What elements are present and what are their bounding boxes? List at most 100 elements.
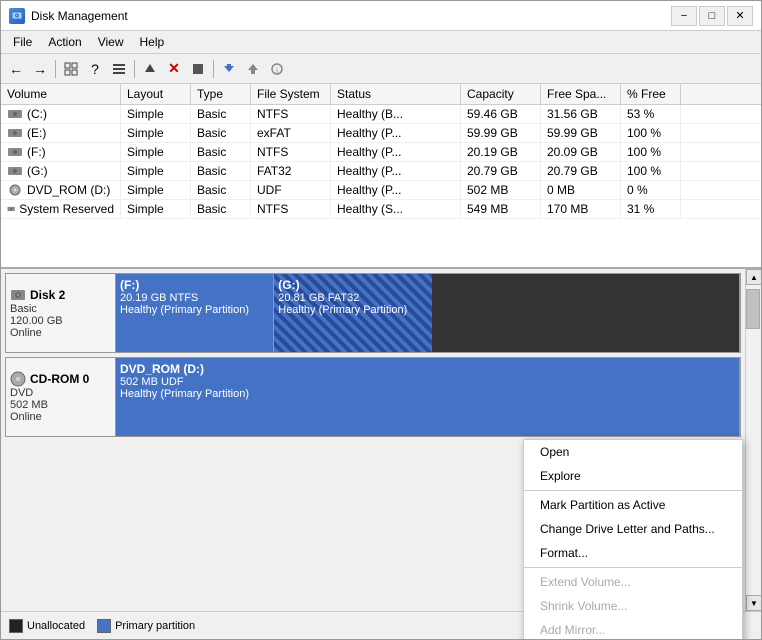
dvd-partition-status: Healthy (Primary Partition) <box>120 388 735 400</box>
td-status: Healthy (P... <box>331 181 461 199</box>
title-buttons: − □ ✕ <box>671 6 753 26</box>
forward-button[interactable]: → <box>29 58 51 80</box>
ctx-format[interactable]: Format... <box>524 541 742 565</box>
td-fs: NTFS <box>251 200 331 218</box>
minimize-button[interactable]: − <box>671 6 697 26</box>
legend-unallocated-label: Unallocated <box>27 620 85 632</box>
cdrom-0-size: 502 MB <box>10 399 111 411</box>
legend-unallocated: Unallocated <box>9 619 85 633</box>
partition-g[interactable]: (G:) 20.81 GB FAT32 Healthy (Primary Par… <box>274 274 432 352</box>
td-freespace: 20.79 GB <box>541 162 621 180</box>
td-capacity: 20.79 GB <box>461 162 541 180</box>
td-freespace: 20.09 GB <box>541 143 621 161</box>
td-volume: (G:) <box>1 162 121 180</box>
legend-primary-box <box>97 619 111 633</box>
scroll-up-button[interactable]: ▲ <box>746 269 761 285</box>
table-row[interactable]: (G:) Simple Basic FAT32 Healthy (P... 20… <box>1 162 761 181</box>
menu-file[interactable]: File <box>5 33 40 51</box>
maximize-button[interactable]: □ <box>699 6 725 26</box>
col-header-status[interactable]: Status <box>331 84 461 104</box>
help-toolbar-button[interactable]: ? <box>84 58 106 80</box>
partition-g-size: 20.81 GB FAT32 <box>278 292 427 304</box>
td-pctfree: 100 % <box>621 143 681 161</box>
col-header-type[interactable]: Type <box>191 84 251 104</box>
cdrom-0-label: CD-ROM 0 DVD 502 MB Online <box>6 358 116 436</box>
disk-2-size: 120.00 GB <box>10 315 111 327</box>
table-row[interactable]: (E:) Simple Basic exFAT Healthy (P... 59… <box>1 124 761 143</box>
ctx-mark-active[interactable]: Mark Partition as Active <box>524 493 742 517</box>
td-fs: NTFS <box>251 105 331 123</box>
td-pctfree: 100 % <box>621 162 681 180</box>
td-type: Basic <box>191 162 251 180</box>
import-button[interactable] <box>218 58 240 80</box>
td-fs: UDF <box>251 181 331 199</box>
view-button[interactable] <box>60 58 82 80</box>
col-header-capacity[interactable]: Capacity <box>461 84 541 104</box>
menu-action[interactable]: Action <box>40 33 89 51</box>
disk-2-label: Disk 2 Basic 120.00 GB Online <box>6 274 116 352</box>
table-row[interactable]: System Reserved Simple Basic NTFS Health… <box>1 200 761 219</box>
cdrom-0-name: CD-ROM 0 <box>30 372 89 386</box>
td-capacity: 20.19 GB <box>461 143 541 161</box>
td-pctfree: 53 % <box>621 105 681 123</box>
delete-toolbar-button[interactable]: ✕ <box>163 58 185 80</box>
td-layout: Simple <box>121 105 191 123</box>
volume-table: Volume Layout Type File System Status Ca… <box>1 84 761 269</box>
ctx-change-drive[interactable]: Change Drive Letter and Paths... <box>524 517 742 541</box>
col-header-fs[interactable]: File System <box>251 84 331 104</box>
col-header-pctfree[interactable]: % Free <box>621 84 681 104</box>
col-header-freespace[interactable]: Free Spa... <box>541 84 621 104</box>
td-status: Healthy (P... <box>331 143 461 161</box>
disk-2-row: Disk 2 Basic 120.00 GB Online (F:) 20.19… <box>5 273 741 353</box>
stop-button[interactable] <box>187 58 209 80</box>
title-bar-left: Disk Management <box>9 8 128 24</box>
context-menu: OpenExplore Mark Partition as ActiveChang… <box>523 439 743 639</box>
close-button[interactable]: ✕ <box>727 6 753 26</box>
td-layout: Simple <box>121 162 191 180</box>
partition-f-status: Healthy (Primary Partition) <box>120 304 269 316</box>
td-type: Basic <box>191 143 251 161</box>
scroll-down-button[interactable]: ▼ <box>746 595 761 611</box>
ctx-add-mirror: Add Mirror... <box>524 618 742 639</box>
td-fs: NTFS <box>251 143 331 161</box>
ctx-shrink: Shrink Volume... <box>524 594 742 618</box>
td-capacity: 502 MB <box>461 181 541 199</box>
table-row[interactable]: (F:) Simple Basic NTFS Healthy (P... 20.… <box>1 143 761 162</box>
info-button[interactable]: i <box>266 58 288 80</box>
toolbar-separator-3 <box>213 60 214 78</box>
cdrom-icon <box>10 371 26 387</box>
menu-bar: File Action View Help <box>1 31 761 54</box>
svg-text:i: i <box>276 66 278 75</box>
up-button[interactable] <box>139 58 161 80</box>
partition-unallocated[interactable] <box>433 274 741 352</box>
back-button[interactable]: ← <box>5 58 27 80</box>
td-volume: (F:) <box>1 143 121 161</box>
td-layout: Simple <box>121 143 191 161</box>
td-type: Basic <box>191 124 251 142</box>
table-row[interactable]: (C:) Simple Basic NTFS Healthy (B... 59.… <box>1 105 761 124</box>
partition-f-name: (F:) <box>120 278 269 292</box>
table-header: Volume Layout Type File System Status Ca… <box>1 84 761 105</box>
scroll-thumb[interactable] <box>746 289 760 329</box>
ctx-open[interactable]: Open <box>524 440 742 464</box>
list-button[interactable] <box>108 58 130 80</box>
ctx-explore[interactable]: Explore <box>524 464 742 488</box>
menu-view[interactable]: View <box>90 33 132 51</box>
table-row[interactable]: DVD_ROM (D:) Simple Basic UDF Healthy (P… <box>1 181 761 200</box>
partition-f-size: 20.19 GB NTFS <box>120 292 269 304</box>
partition-g-name: (G:) <box>278 278 427 292</box>
disk-visual-area: Disk 2 Basic 120.00 GB Online (F:) 20.19… <box>1 269 761 611</box>
td-volume: (E:) <box>1 124 121 142</box>
title-text: Disk Management <box>31 9 128 23</box>
td-pctfree: 100 % <box>621 124 681 142</box>
col-header-layout[interactable]: Layout <box>121 84 191 104</box>
col-header-volume[interactable]: Volume <box>1 84 121 104</box>
partition-dvd[interactable]: DVD_ROM (D:) 502 MB UDF Healthy (Primary… <box>116 358 740 436</box>
td-layout: Simple <box>121 124 191 142</box>
partition-f[interactable]: (F:) 20.19 GB NTFS Healthy (Primary Part… <box>116 274 274 352</box>
export-button[interactable] <box>242 58 264 80</box>
td-pctfree: 0 % <box>621 181 681 199</box>
td-pctfree: 31 % <box>621 200 681 218</box>
context-menu-separator <box>524 490 742 491</box>
menu-help[interactable]: Help <box>132 33 173 51</box>
